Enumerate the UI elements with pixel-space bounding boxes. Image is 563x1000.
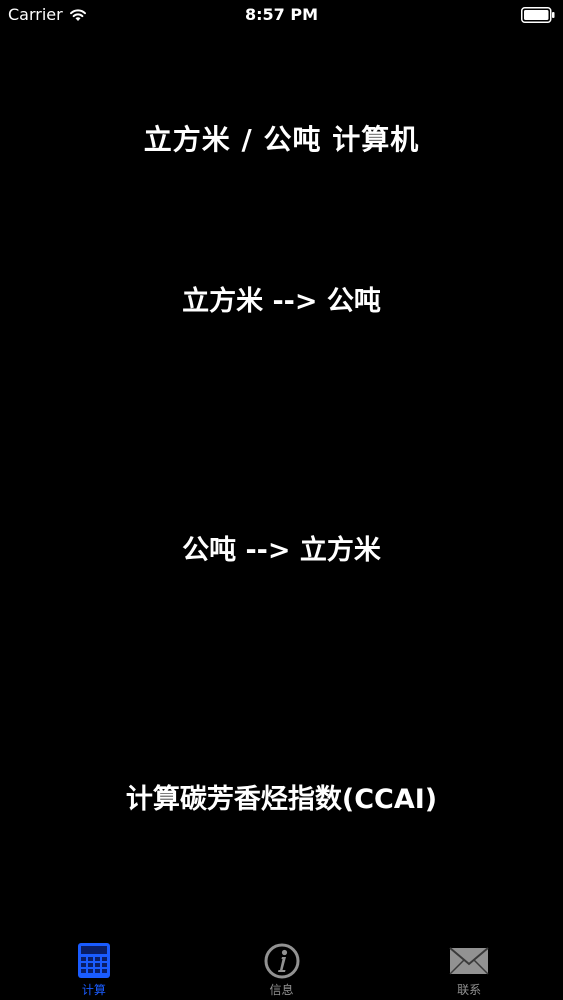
battery-icon	[521, 7, 555, 23]
status-time: 8:57 PM	[244, 5, 318, 24]
tab-calculate-label: 计算	[81, 983, 106, 997]
tab-info[interactable]: 信息	[188, 934, 376, 1000]
tab-bar: 计算 信息 联系	[0, 934, 563, 1000]
tab-info-label: 信息	[269, 983, 294, 997]
tab-contact-label: 联系	[457, 983, 482, 997]
tab-calculate[interactable]: 计算	[0, 934, 188, 1000]
envelope-icon	[449, 947, 489, 975]
ccai-calculator-button[interactable]: 计算碳芳香烃指数(CCAI)	[50, 766, 513, 826]
calculator-icon	[77, 943, 110, 978]
cubic-meter-to-ton-button[interactable]: 立方米 --> 公吨	[50, 268, 513, 328]
info-icon	[264, 943, 299, 979]
ton-to-cubic-meter-button[interactable]: 公吨 --> 立方米	[50, 517, 513, 577]
status-bar: Carrier 8:57 PM	[0, 0, 563, 30]
page-title: 立方米 / 公吨 计算机	[143, 123, 420, 156]
tab-contact[interactable]: 联系	[375, 934, 563, 1000]
